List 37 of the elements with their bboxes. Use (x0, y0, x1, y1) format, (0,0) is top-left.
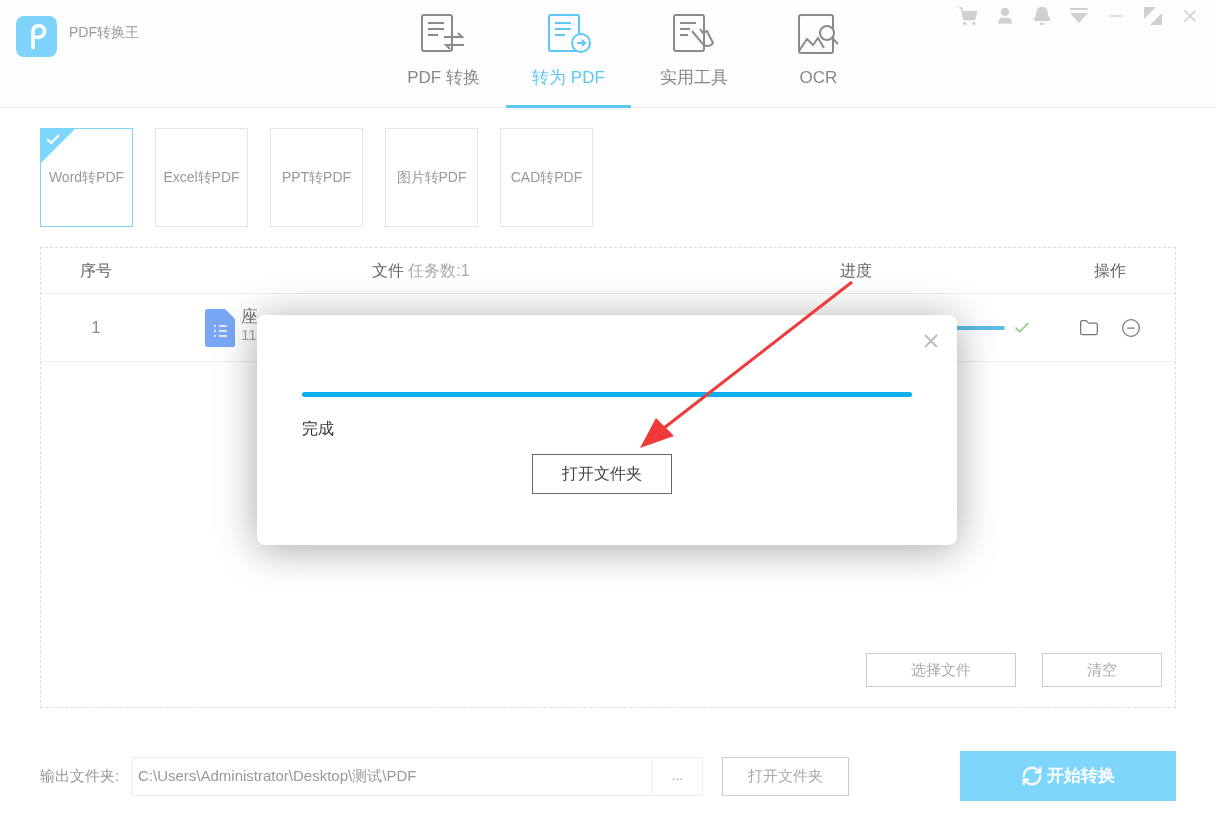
column-header: 进度 (839, 260, 873, 281)
nav-tab[interactable]: 转为 PDF (506, 0, 631, 108)
dialog-open-folder-button[interactable]: 打开文件夹 (532, 454, 672, 494)
cart-icon[interactable] (958, 6, 978, 26)
bell-icon[interactable] (1032, 6, 1052, 26)
browse-button[interactable]: ... (653, 756, 703, 796)
conversion-type-card[interactable]: Word转PDF (40, 128, 133, 227)
maximize-icon[interactable] (1143, 6, 1163, 26)
column-header: 文件 (372, 260, 405, 281)
status-text: 完成 (302, 419, 335, 439)
conversion-type-card[interactable]: Excel转PDF (155, 128, 248, 227)
conversion-type-card[interactable]: 图片转PDF (385, 128, 478, 227)
app-logo (16, 16, 57, 57)
table-action-button[interactable]: 选择文件 (866, 653, 1016, 687)
remove-icon[interactable] (1121, 317, 1141, 338)
conversion-type-card[interactable]: CAD转PDF (500, 128, 593, 227)
folder-icon[interactable] (1079, 317, 1099, 338)
file-size: 11 (241, 325, 258, 344)
user-icon[interactable] (995, 6, 1015, 26)
app-title: PDF转换王 (69, 23, 139, 42)
task-count: 任务数:1 (408, 260, 470, 281)
start-convert-button[interactable]: 开始转换 (960, 751, 1176, 801)
table-cell-text: 1 (90, 317, 102, 338)
output-label: 输出文件夹: (40, 765, 121, 786)
nav-tab[interactable]: OCR (756, 0, 881, 108)
refresh-icon (1021, 765, 1043, 787)
nav-tab[interactable]: PDF 转换 (381, 0, 506, 108)
column-header: 序号 (79, 260, 113, 281)
conversion-type-card[interactable]: PPT转PDF (270, 128, 363, 227)
column-header: 操作 (1093, 260, 1127, 281)
output-path-field[interactable]: C:\Users\Administrator\Desktop\测试\PDF (131, 756, 653, 796)
nav-tab[interactable]: 实用工具 (631, 0, 756, 108)
open-folder-button[interactable]: 打开文件夹 (722, 756, 849, 796)
file-name: 座 (241, 307, 258, 326)
check-corner-icon (41, 129, 75, 163)
table-action-button[interactable]: 清空 (1042, 653, 1162, 687)
document-icon (205, 308, 235, 347)
